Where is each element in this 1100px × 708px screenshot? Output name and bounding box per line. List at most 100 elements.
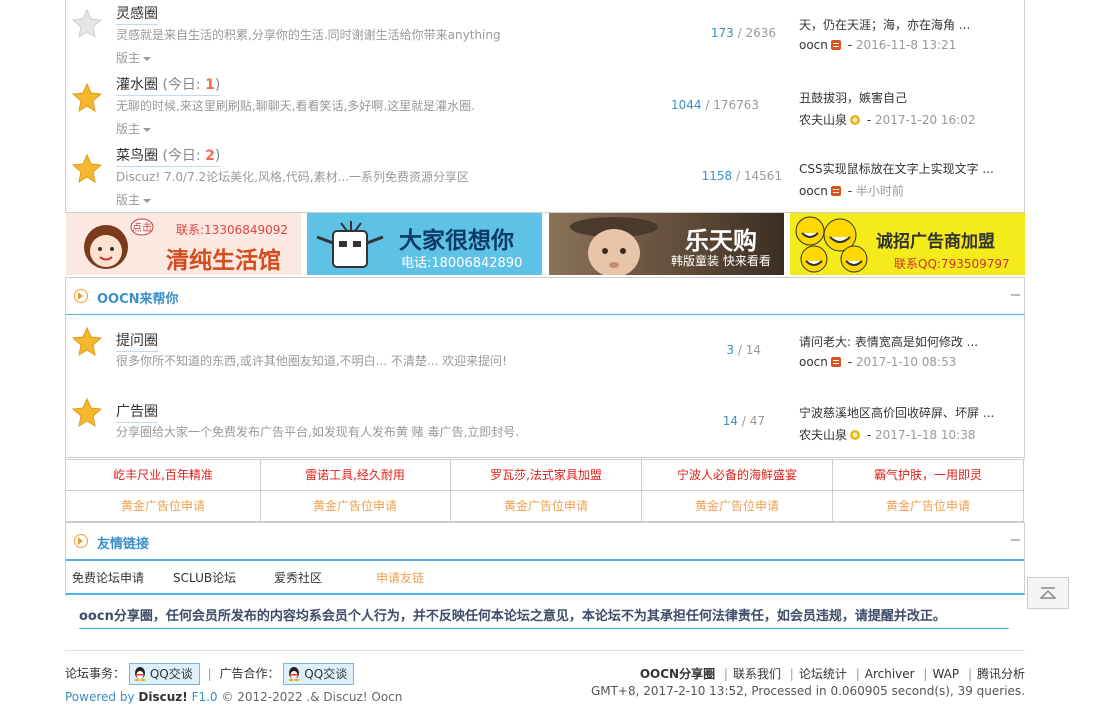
footer-nav: OOCN分享圈 | 联系我们 | 论坛统计 | Archiver | WAP | 腾讯分析	[639, 667, 1025, 681]
last-post-user[interactable]: oocn	[799, 38, 828, 52]
last-post: 宁波慈溪地区高价回收碎屏、坏屏 ... 农夫山泉 - 2017-1-18 10:…	[799, 404, 1019, 443]
banner-ad[interactable]: 大家很想你 电话:18006842890	[307, 213, 542, 275]
banner-ad[interactable]: 诚招广告商加盟 联系QQ:793509797	[790, 213, 1025, 275]
moderator-menu[interactable]: 版主	[116, 191, 151, 208]
footer-link-site[interactable]: OOCN分享圈	[640, 667, 715, 681]
footer-link-stats[interactable]: 论坛统计	[799, 667, 847, 681]
back-to-top-icon	[1039, 587, 1057, 599]
footer-link-tencent[interactable]: 腾讯分析	[977, 667, 1025, 681]
forum-name[interactable]: 提问圈	[116, 330, 158, 352]
banner-ad[interactable]: 乐天购 韩版童装 快来看看	[549, 213, 784, 275]
last-post: 请问老大: 表情宽高是如何修改 ... oocn - 2017-1-10 08:…	[799, 333, 1019, 369]
section-title[interactable]: 友情链接	[97, 533, 149, 552]
forum-counts: 1044 / 176763	[670, 98, 759, 112]
last-post: 丑鼓拔羽，嫉害自己 农夫山泉 - 2017-1-20 16:02	[799, 89, 1019, 128]
last-post-user[interactable]: oocn	[799, 184, 828, 198]
discuz-link[interactable]: Discuz!	[138, 690, 187, 704]
post-count: 176763	[713, 98, 759, 112]
back-to-top-button[interactable]	[1027, 577, 1069, 609]
text-ad-apply[interactable]: 黄金广告位申请	[260, 491, 451, 522]
banner-title: 诚招广告商加盟	[876, 232, 995, 252]
last-post-time: 2017-1-10 08:53	[855, 355, 957, 369]
forum-counts: 1158 / 14561	[701, 169, 782, 183]
star-icon	[72, 326, 102, 356]
post-count: 47	[749, 414, 765, 428]
footer-link-wap[interactable]: WAP	[932, 667, 959, 681]
last-post: 天，仍在天涯；海，亦在海角 ... oocn - 2016-11-8 13:21	[799, 16, 1019, 52]
banner-bubble: 点击	[132, 223, 152, 234]
forum-name[interactable]: 广告圈	[116, 401, 158, 423]
last-post-title[interactable]: 天，仍在天涯；海，亦在海角 ...	[799, 16, 1019, 33]
forum-name[interactable]: 灌水圈 (今日: 1)	[116, 74, 221, 96]
version-label: F1.0	[191, 690, 218, 704]
medal-icon	[830, 186, 841, 196]
text-ad[interactable]: 屹丰尺业,百年精准	[65, 460, 261, 491]
post-count: 14561	[743, 169, 782, 183]
qq-chat-button[interactable]: QQ交谈	[283, 663, 355, 685]
banner-ads: 点击 联系:13306849092 清纯生活馆 大家很想你 电话:1800684…	[65, 213, 1025, 275]
section-title[interactable]: OOCN来帮你	[97, 288, 179, 307]
friend-link[interactable]: SCLUB论坛	[173, 569, 236, 586]
section-header-links: 友情链接	[65, 522, 1025, 561]
text-ad-apply[interactable]: 黄金广告位申请	[65, 491, 261, 522]
forum-counts: 3 / 14	[726, 343, 761, 357]
banner-title: 大家很想你	[399, 228, 514, 254]
footer-separator: |	[207, 666, 212, 681]
text-ad-apply[interactable]: 黄金广告位申请	[451, 491, 642, 522]
banner-sub: 电话:18006842890	[401, 256, 523, 271]
collapse-icon[interactable]	[1011, 539, 1020, 541]
thread-count: 1044	[670, 98, 702, 112]
last-post-title[interactable]: CSS实现鼠标放在文字上实现文字 ...	[799, 160, 1019, 177]
friend-link[interactable]: 爱秀社区	[274, 569, 322, 586]
text-ad-apply[interactable]: 黄金广告位申请	[642, 491, 833, 522]
child-photo-icon	[570, 217, 658, 275]
friend-link[interactable]: 免费论坛申请	[72, 569, 144, 586]
last-post-title[interactable]: 宁波慈溪地区高价回收碎屏、坏屏 ...	[799, 404, 1019, 421]
qq-penguin-icon	[134, 667, 146, 681]
footer-link-archiver[interactable]: Archiver	[865, 667, 915, 681]
thread-count: 1158	[701, 169, 733, 183]
text-ad[interactable]: 罗瓦莎,法式家具加盟	[451, 460, 642, 491]
forum-name[interactable]: 灵感圈	[116, 3, 158, 25]
star-icon	[72, 153, 102, 183]
last-post-title[interactable]: 丑鼓拔羽，嫉害自己	[799, 89, 1019, 106]
moderator-menu[interactable]: 版主	[116, 49, 151, 66]
text-ad[interactable]: 雷诺工具,经久耐用	[260, 460, 451, 491]
forum-row: 菜鸟圈 (今日: 2) Discuz! 7.0/7.2论坛美化,风格,代码,素材…	[65, 141, 1025, 213]
banner-ad[interactable]: 点击 联系:13306849092 清纯生活馆	[66, 213, 301, 275]
qq-penguin-icon	[288, 667, 300, 681]
affairs-label: 论坛事务：	[65, 666, 126, 681]
forum-row: 灌水圈 (今日: 1) 无聊的时候,来这里刷刷贴,聊聊天,看看笑话,多好啊.这里…	[65, 70, 1025, 142]
last-post-user[interactable]: oocn	[799, 355, 828, 369]
banner-sub: 韩版童装 快来看看	[671, 254, 771, 268]
last-post-time: 2016-11-8 13:21	[855, 38, 957, 52]
forum-row: 广告圈 分享圈给大家一个免费发布广告平台,如发现有人发布黄 赌 毒广告,立即封号…	[65, 386, 1025, 458]
footer-link-contact[interactable]: 联系我们	[733, 667, 781, 681]
text-ad[interactable]: 霸气护肤，一用即灵	[833, 460, 1024, 491]
forum-row: 提问圈 很多你所不知道的东西,或许其他圈友知道,不明白... 不清楚... 欢迎…	[65, 315, 1025, 387]
last-post-time: 半小时前	[855, 184, 904, 198]
forum-name[interactable]: 菜鸟圈 (今日: 2)	[116, 145, 221, 167]
disclaimer-notice: oocn分享圈，任何会员所发布的内容均系会员个人行为，并不反映任何本论坛之意见，…	[79, 605, 1009, 629]
forum-desc: 灵感就是来自生活的积累,分享你的生活.同时谢谢生活给你带来anything	[116, 28, 501, 42]
forum-row: 灵感圈 灵感就是来自生活的积累,分享你的生活.同时谢谢生活给你带来anythin…	[65, 0, 1025, 71]
smiley-faces-icon	[795, 216, 868, 273]
thread-count: 3	[726, 343, 735, 357]
medal-icon	[830, 357, 841, 367]
cartoon-character-icon	[316, 221, 384, 268]
qq-chat-button[interactable]: QQ交谈	[128, 663, 200, 685]
text-ad[interactable]: 宁波人必备的海鲜盛宴	[642, 460, 833, 491]
apply-link[interactable]: 申请友链	[376, 569, 424, 586]
post-count: 2636	[745, 26, 776, 40]
last-post-title[interactable]: 请问老大: 表情宽高是如何修改 ...	[799, 333, 1019, 350]
banner-title: 清纯生活馆	[166, 248, 281, 274]
post-count: 14	[745, 343, 761, 357]
last-post-user[interactable]: 农夫山泉	[799, 113, 847, 127]
last-post-user[interactable]: 农夫山泉	[799, 428, 847, 442]
thread-count: 14	[722, 414, 739, 428]
collapse-icon[interactable]	[1011, 294, 1020, 296]
text-ad-apply[interactable]: 黄金广告位申请	[833, 491, 1024, 522]
moderator-menu[interactable]: 版主	[116, 120, 151, 137]
copyright: © 2012-2022 .& Discuz! Oocn	[221, 690, 403, 704]
forum-desc: 分享圈给大家一个免费发布广告平台,如发现有人发布黄 赌 毒广告,立即封号.	[116, 425, 520, 439]
